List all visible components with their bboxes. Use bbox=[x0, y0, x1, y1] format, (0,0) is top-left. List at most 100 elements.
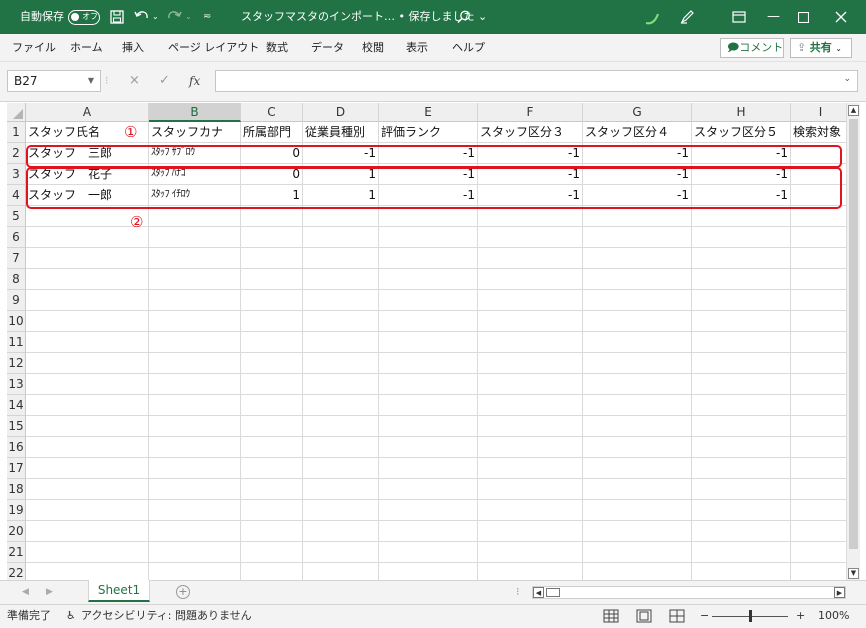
cell-c10[interactable] bbox=[241, 311, 303, 332]
cell-c14[interactable] bbox=[241, 395, 303, 416]
cell-e4[interactable]: -1 bbox=[379, 185, 478, 206]
ribbon-display-icon[interactable] bbox=[732, 11, 746, 23]
cell-i13[interactable] bbox=[791, 374, 846, 395]
cell-g7[interactable] bbox=[583, 248, 692, 269]
cell-i14[interactable] bbox=[791, 395, 846, 416]
row-header-6[interactable]: 6 bbox=[7, 227, 26, 248]
cell-h7[interactable] bbox=[692, 248, 791, 269]
cell-f14[interactable] bbox=[478, 395, 583, 416]
horizontal-split-handle[interactable]: ⁝ bbox=[516, 581, 520, 603]
cell-d18[interactable] bbox=[303, 479, 379, 500]
cell-e15[interactable] bbox=[379, 416, 478, 437]
tab-view[interactable]: 表示 bbox=[406, 34, 428, 62]
cell-e2[interactable]: -1 bbox=[379, 143, 478, 164]
row-header-3[interactable]: 3 bbox=[7, 164, 26, 185]
cell-g15[interactable] bbox=[583, 416, 692, 437]
cell-f6[interactable] bbox=[478, 227, 583, 248]
next-sheet-icon[interactable]: ▶ bbox=[46, 581, 53, 603]
cell-e12[interactable] bbox=[379, 353, 478, 374]
cell-c12[interactable] bbox=[241, 353, 303, 374]
cell-g5[interactable] bbox=[583, 206, 692, 227]
cell-b8[interactable] bbox=[149, 269, 241, 290]
cell-h4[interactable]: -1 bbox=[692, 185, 791, 206]
add-sheet-icon[interactable]: + bbox=[176, 585, 190, 599]
cell-b6[interactable] bbox=[149, 227, 241, 248]
cell-e1[interactable]: 評価ランク bbox=[379, 122, 478, 143]
cell-d10[interactable] bbox=[303, 311, 379, 332]
cell-d19[interactable] bbox=[303, 500, 379, 521]
scroll-left-icon[interactable]: ◀ bbox=[533, 587, 544, 598]
cell-g4[interactable]: -1 bbox=[583, 185, 692, 206]
cell-i12[interactable] bbox=[791, 353, 846, 374]
cell-g10[interactable] bbox=[583, 311, 692, 332]
cell-i5[interactable] bbox=[791, 206, 846, 227]
column-header-a[interactable]: A bbox=[26, 103, 149, 122]
cell-h8[interactable] bbox=[692, 269, 791, 290]
cell-b9[interactable] bbox=[149, 290, 241, 311]
vertical-scrollbar[interactable]: ▲ ▼ bbox=[846, 103, 860, 580]
cell-e7[interactable] bbox=[379, 248, 478, 269]
cell-e13[interactable] bbox=[379, 374, 478, 395]
cell-b21[interactable] bbox=[149, 542, 241, 563]
prev-sheet-icon[interactable]: ◀ bbox=[22, 581, 29, 603]
cell-d7[interactable] bbox=[303, 248, 379, 269]
undo-dropdown-icon[interactable]: ⌄ bbox=[152, 0, 159, 34]
cell-f12[interactable] bbox=[478, 353, 583, 374]
cell-e8[interactable] bbox=[379, 269, 478, 290]
row-header-8[interactable]: 8 bbox=[7, 269, 26, 290]
row-header-16[interactable]: 16 bbox=[7, 437, 26, 458]
row-header-1[interactable]: 1 bbox=[7, 122, 26, 143]
cell-e3[interactable]: -1 bbox=[379, 164, 478, 185]
horizontal-scrollbar[interactable]: ◀ ▶ bbox=[532, 586, 846, 599]
cell-a17[interactable] bbox=[26, 458, 149, 479]
cell-f3[interactable]: -1 bbox=[478, 164, 583, 185]
scroll-down-icon[interactable]: ▼ bbox=[848, 568, 859, 579]
cell-h16[interactable] bbox=[692, 437, 791, 458]
cell-g12[interactable] bbox=[583, 353, 692, 374]
cell-g17[interactable] bbox=[583, 458, 692, 479]
cell-e18[interactable] bbox=[379, 479, 478, 500]
cell-e21[interactable] bbox=[379, 542, 478, 563]
cell-i18[interactable] bbox=[791, 479, 846, 500]
horizontal-scroll-thumb[interactable] bbox=[546, 588, 560, 597]
cell-a21[interactable] bbox=[26, 542, 149, 563]
cell-e20[interactable] bbox=[379, 521, 478, 542]
cell-h14[interactable] bbox=[692, 395, 791, 416]
cell-i11[interactable] bbox=[791, 332, 846, 353]
cell-c8[interactable] bbox=[241, 269, 303, 290]
cell-h12[interactable] bbox=[692, 353, 791, 374]
row-header-7[interactable]: 7 bbox=[7, 248, 26, 269]
cell-h15[interactable] bbox=[692, 416, 791, 437]
sheet-tab-sheet1[interactable]: Sheet1 bbox=[88, 580, 150, 602]
cell-f10[interactable] bbox=[478, 311, 583, 332]
row-header-4[interactable]: 4 bbox=[7, 185, 26, 206]
cell-i22[interactable] bbox=[791, 563, 846, 580]
cell-c4[interactable]: 1 bbox=[241, 185, 303, 206]
cell-g8[interactable] bbox=[583, 269, 692, 290]
cell-e11[interactable] bbox=[379, 332, 478, 353]
row-header-19[interactable]: 19 bbox=[7, 500, 26, 521]
select-all-corner[interactable] bbox=[7, 103, 26, 122]
tab-file[interactable]: ファイル bbox=[12, 34, 56, 62]
cell-h20[interactable] bbox=[692, 521, 791, 542]
cell-g19[interactable] bbox=[583, 500, 692, 521]
cell-i16[interactable] bbox=[791, 437, 846, 458]
cell-e10[interactable] bbox=[379, 311, 478, 332]
cell-f7[interactable] bbox=[478, 248, 583, 269]
zoom-level[interactable]: 100% bbox=[818, 605, 849, 627]
cell-f11[interactable] bbox=[478, 332, 583, 353]
comments-button[interactable]: 🗩コメント bbox=[720, 38, 784, 58]
tab-page-layout[interactable]: ページ レイアウト bbox=[168, 34, 259, 62]
name-box[interactable]: B27 ▼ bbox=[7, 70, 101, 92]
column-header-e[interactable]: E bbox=[379, 103, 478, 122]
cell-a4[interactable]: スタッフ 一郎 bbox=[26, 185, 149, 206]
cell-a8[interactable] bbox=[26, 269, 149, 290]
cell-i7[interactable] bbox=[791, 248, 846, 269]
cell-b19[interactable] bbox=[149, 500, 241, 521]
cell-b2[interactable]: ｽﾀｯﾌ ｻﾌﾞﾛｳ bbox=[149, 143, 241, 164]
cell-c21[interactable] bbox=[241, 542, 303, 563]
cell-g22[interactable] bbox=[583, 563, 692, 580]
cell-b1[interactable]: スタッフカナ bbox=[149, 122, 241, 143]
tab-home[interactable]: ホーム bbox=[70, 34, 103, 62]
cell-c11[interactable] bbox=[241, 332, 303, 353]
